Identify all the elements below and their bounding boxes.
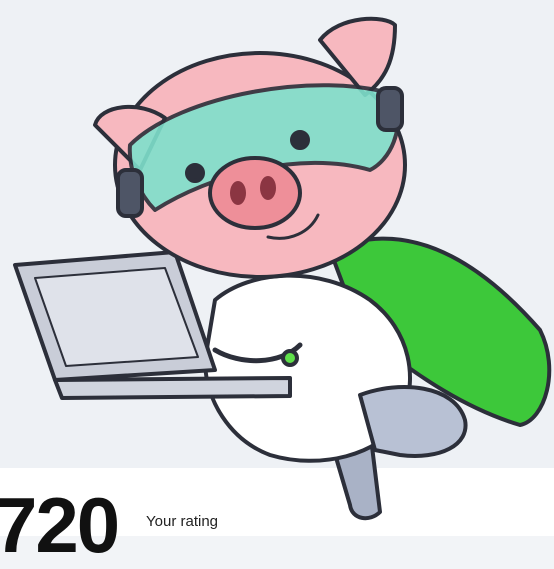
- rating-value: 720: [0, 481, 120, 569]
- snout: [208, 156, 302, 230]
- wrist-light: [281, 349, 299, 367]
- left-eye: [185, 163, 205, 183]
- right-eye: [290, 130, 310, 150]
- pig-mascot-illustration: [13, 16, 552, 521]
- front-leg: [358, 385, 468, 458]
- rating-label: Your rating: [146, 513, 218, 530]
- laptop-base: [53, 376, 292, 400]
